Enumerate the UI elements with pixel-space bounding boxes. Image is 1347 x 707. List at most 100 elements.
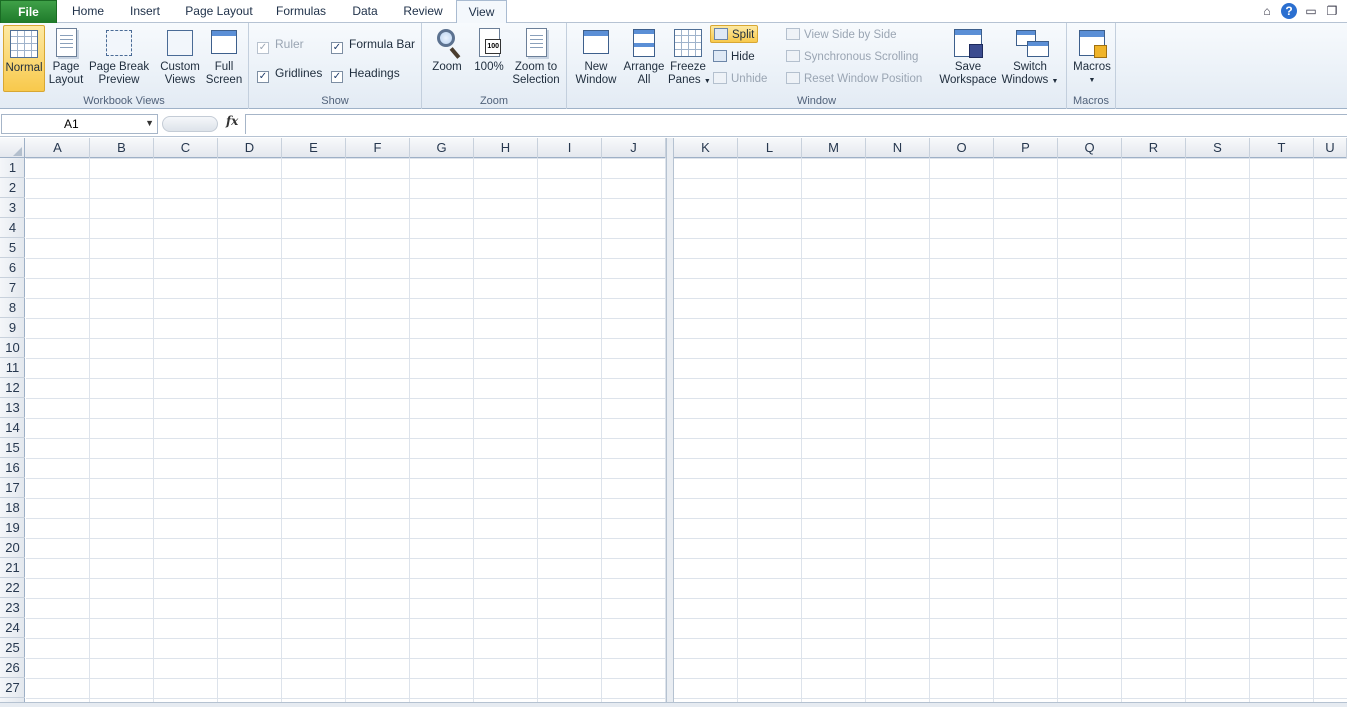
view-side-by-side-button[interactable]: View Side by Side [786, 26, 896, 44]
column-header-c[interactable]: C [154, 138, 218, 158]
tab-review[interactable]: Review [396, 0, 450, 23]
custom-views-button[interactable]: Custom Views [158, 25, 202, 87]
magnifier-icon [437, 29, 455, 47]
row-header-23[interactable]: 23 [0, 598, 25, 618]
synchronous-scrolling-button[interactable]: Synchronous Scrolling [786, 48, 918, 66]
zoom-button[interactable]: Zoom [428, 25, 466, 74]
zoom-to-selection-button[interactable]: Zoom to Selection [510, 25, 562, 87]
column-header-g[interactable]: G [410, 138, 474, 158]
row-header-18[interactable]: 18 [0, 498, 25, 518]
row-header-14[interactable]: 14 [0, 418, 25, 438]
column-header-e[interactable]: E [282, 138, 346, 158]
row-header-12[interactable]: 12 [0, 378, 25, 398]
row-header-26[interactable]: 26 [0, 658, 25, 678]
formula-input[interactable] [245, 114, 1347, 134]
row-header-11[interactable]: 11 [0, 358, 25, 378]
row-header-1[interactable]: 1 [0, 158, 25, 178]
column-header-a[interactable]: A [26, 138, 90, 158]
group-macros: Macros ▼ Macros [1067, 23, 1116, 109]
row-header-10[interactable]: 10 [0, 338, 25, 358]
unhide-button[interactable]: Unhide [713, 70, 767, 88]
select-all-corner[interactable] [0, 138, 25, 158]
zoom-100-button[interactable]: 100 100% [470, 25, 508, 74]
column-header-t[interactable]: T [1250, 138, 1314, 158]
row-header-27[interactable]: 27 [0, 678, 25, 698]
column-header-n[interactable]: N [866, 138, 930, 158]
help-icon[interactable]: ? [1281, 3, 1297, 19]
column-header-l[interactable]: L [738, 138, 802, 158]
full-screen-button[interactable]: Full Screen [204, 25, 244, 87]
row-header-19[interactable]: 19 [0, 518, 25, 538]
new-window-button[interactable]: New Window [572, 25, 620, 87]
row-header-22[interactable]: 22 [0, 578, 25, 598]
reset-window-position-button[interactable]: Reset Window Position [786, 70, 922, 88]
tab-view[interactable]: View [456, 0, 507, 24]
column-header-j[interactable]: J [602, 138, 666, 158]
column-header-h[interactable]: H [474, 138, 538, 158]
name-box-dropdown-icon[interactable]: ▼ [145, 118, 154, 128]
page-layout-view-button[interactable]: Page Layout [47, 25, 85, 87]
switch-windows-icon [1016, 30, 1049, 57]
minimize-window-icon[interactable]: ▭ [1303, 3, 1319, 19]
hide-button[interactable]: Hide [713, 48, 755, 66]
page-break-preview-icon [106, 30, 132, 56]
row-header-17[interactable]: 17 [0, 478, 25, 498]
formula-bar-checkbox[interactable]: ✓ Formula Bar [331, 37, 415, 54]
minimize-ribbon-icon[interactable]: ⌂ [1259, 3, 1275, 19]
ruler-checkbox[interactable]: ✓ Ruler [257, 37, 304, 54]
tab-home[interactable]: Home [62, 0, 114, 23]
switch-windows-button[interactable]: Switch Windows ▼ [1000, 25, 1060, 88]
column-header-r[interactable]: R [1122, 138, 1186, 158]
insert-function-icon[interactable]: fx [226, 114, 238, 128]
row-header-7[interactable]: 7 [0, 278, 25, 298]
column-header-p[interactable]: P [994, 138, 1058, 158]
group-label-zoom: Zoom [479, 95, 509, 107]
column-header-u[interactable]: U [1314, 138, 1347, 158]
row-header-15[interactable]: 15 [0, 438, 25, 458]
formula-resize-handle[interactable] [162, 116, 218, 132]
name-box[interactable]: A1 ▼ [1, 114, 158, 134]
column-header-o[interactable]: O [930, 138, 994, 158]
tab-page-layout[interactable]: Page Layout [180, 0, 258, 23]
row-header-13[interactable]: 13 [0, 398, 25, 418]
row-header-9[interactable]: 9 [0, 318, 25, 338]
macros-button[interactable]: Macros ▼ [1070, 25, 1114, 87]
split-bar[interactable] [666, 138, 674, 707]
column-header-s[interactable]: S [1186, 138, 1250, 158]
row-header-3[interactable]: 3 [0, 198, 25, 218]
full-screen-icon [211, 30, 237, 54]
split-icon [714, 28, 728, 40]
normal-view-button[interactable]: Normal [3, 25, 45, 92]
tab-file[interactable]: File [0, 0, 57, 23]
arrange-all-button[interactable]: Arrange All [622, 25, 666, 87]
right-pane-cells[interactable] [674, 158, 1347, 707]
gridlines-checkbox[interactable]: ✓ Gridlines [257, 66, 322, 83]
column-header-q[interactable]: Q [1058, 138, 1122, 158]
headings-checkbox[interactable]: ✓ Headings [331, 66, 400, 83]
column-header-k[interactable]: K [674, 138, 738, 158]
row-header-2[interactable]: 2 [0, 178, 25, 198]
row-header-5[interactable]: 5 [0, 238, 25, 258]
row-header-8[interactable]: 8 [0, 298, 25, 318]
column-header-f[interactable]: F [346, 138, 410, 158]
tab-formulas[interactable]: Formulas [268, 0, 334, 23]
tab-insert[interactable]: Insert [120, 0, 170, 23]
row-header-6[interactable]: 6 [0, 258, 25, 278]
split-button[interactable]: Split [710, 25, 759, 43]
column-header-m[interactable]: M [802, 138, 866, 158]
column-header-d[interactable]: D [218, 138, 282, 158]
column-header-b[interactable]: B [90, 138, 154, 158]
left-pane-cells[interactable] [26, 158, 666, 707]
row-header-20[interactable]: 20 [0, 538, 25, 558]
row-header-4[interactable]: 4 [0, 218, 25, 238]
row-header-25[interactable]: 25 [0, 638, 25, 658]
row-header-16[interactable]: 16 [0, 458, 25, 478]
restore-window-icon[interactable]: ❐ [1324, 3, 1340, 19]
freeze-panes-button[interactable]: Freeze Panes ▼ [668, 25, 711, 88]
column-header-i[interactable]: I [538, 138, 602, 158]
row-header-21[interactable]: 21 [0, 558, 25, 578]
page-break-preview-button[interactable]: Page Break Preview [89, 25, 149, 87]
row-header-24[interactable]: 24 [0, 618, 25, 638]
save-workspace-button[interactable]: Save Workspace [938, 25, 998, 87]
tab-data[interactable]: Data [342, 0, 388, 23]
